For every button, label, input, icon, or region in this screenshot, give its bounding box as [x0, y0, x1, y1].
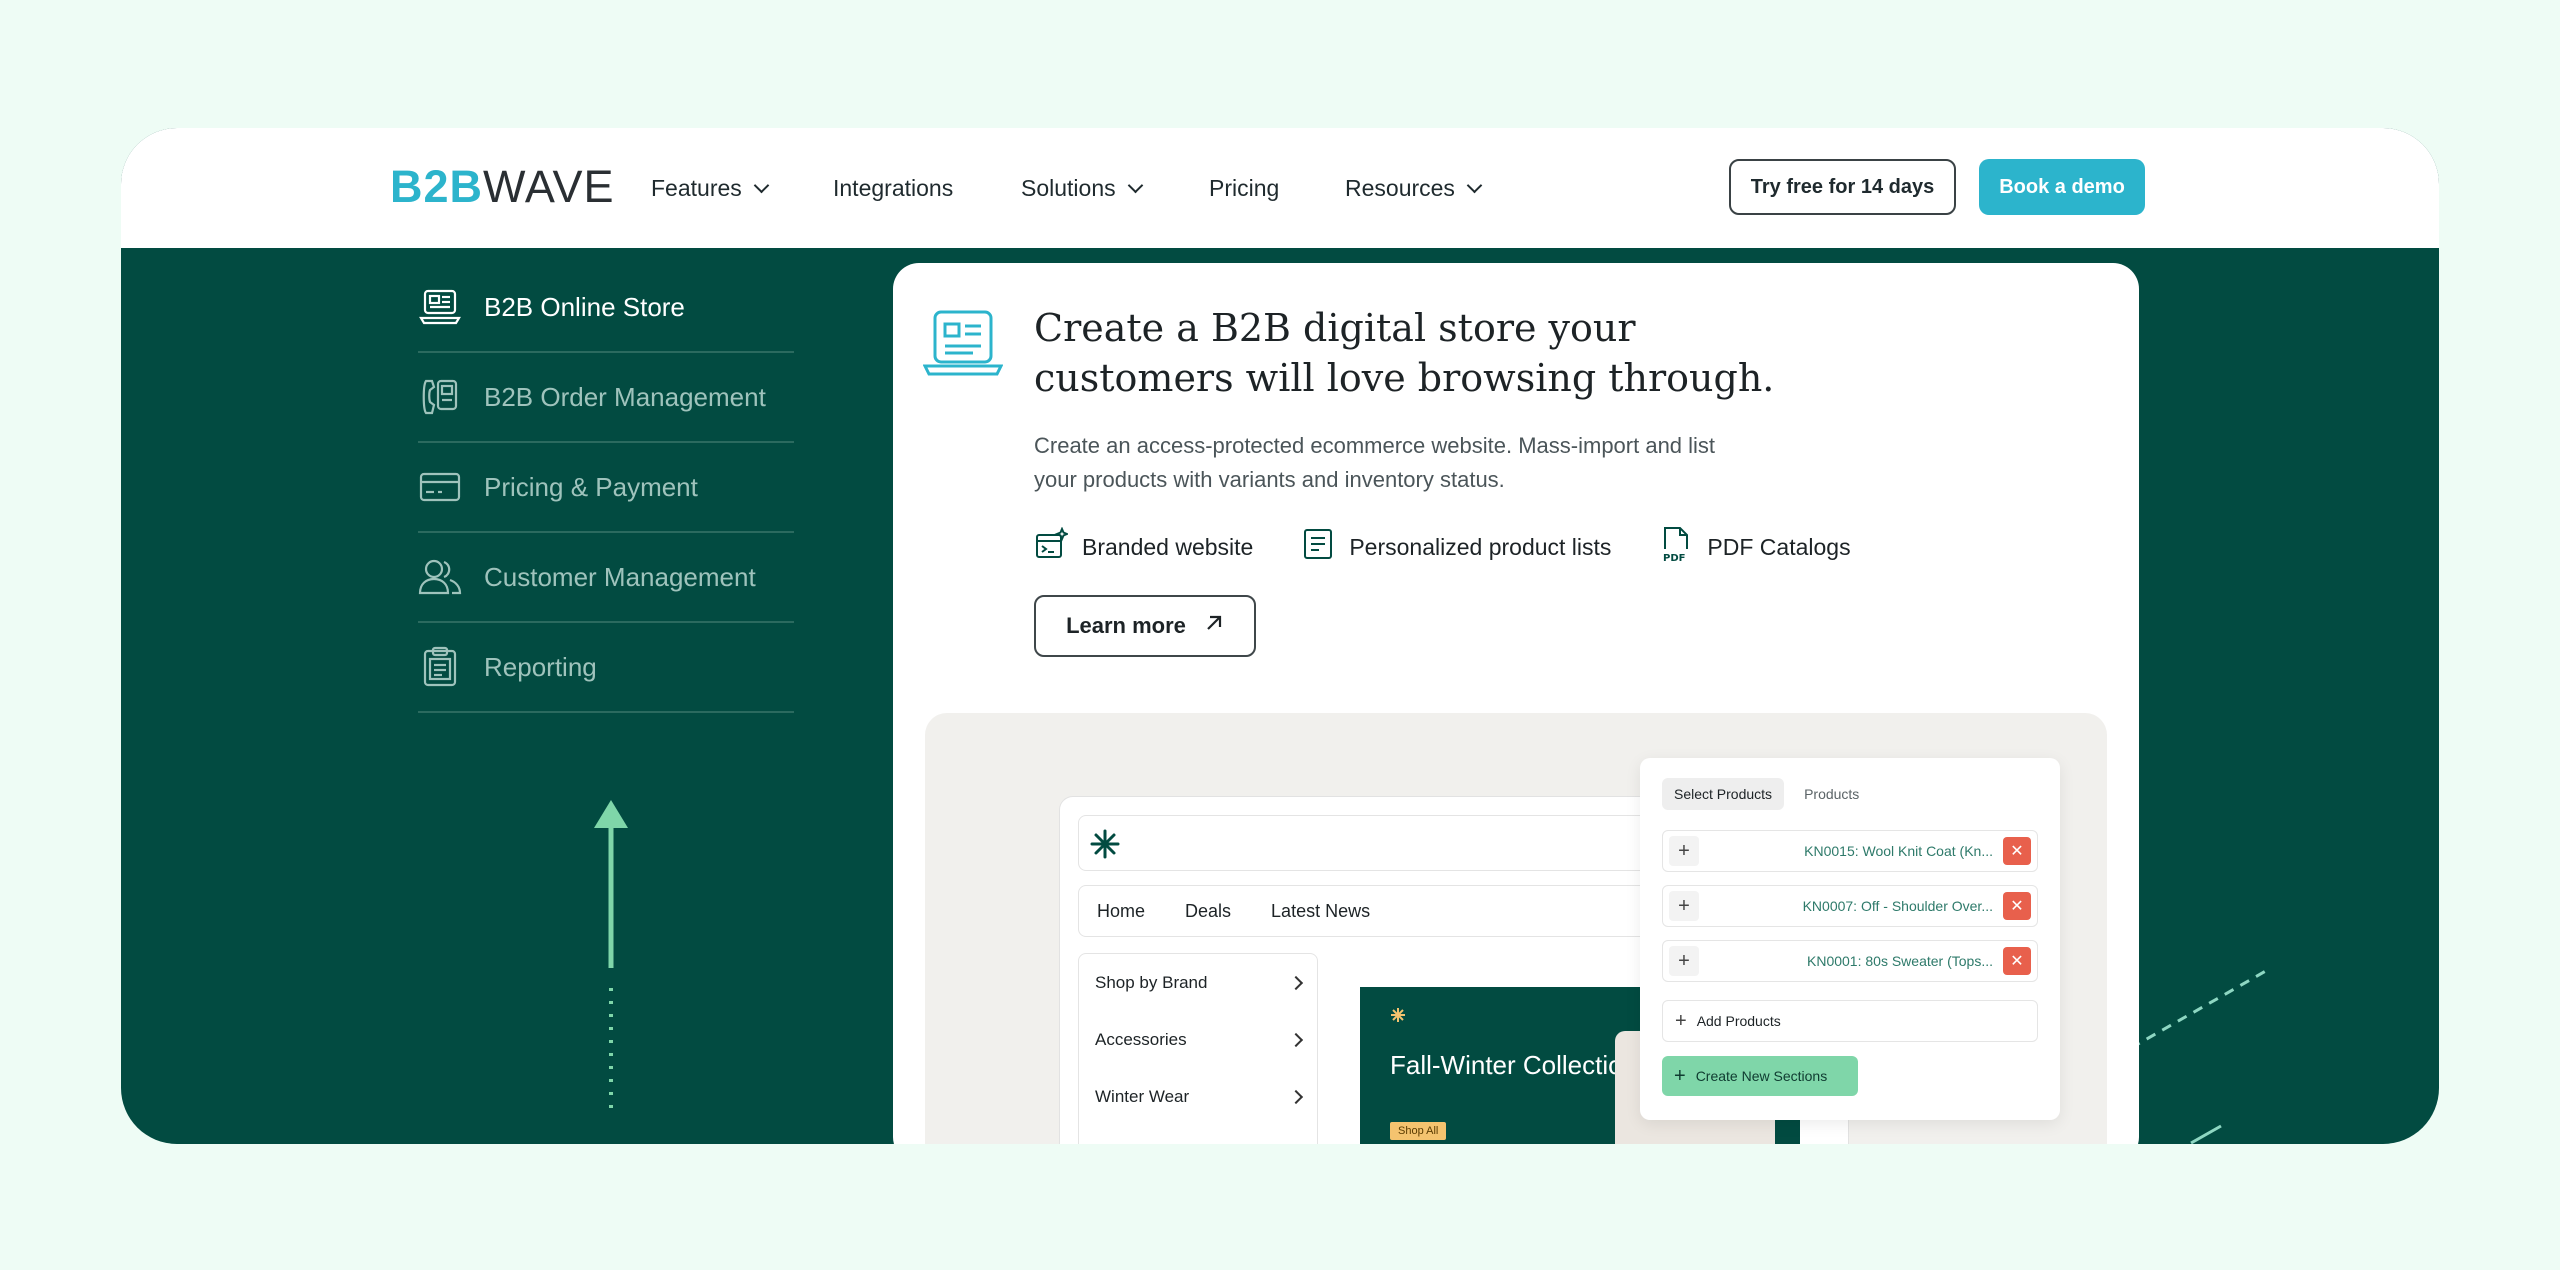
section-description: Create an access-protected ecommerce web…: [1034, 433, 1716, 492]
sidebar-item-online-store[interactable]: B2B Online Store: [418, 263, 794, 353]
arrow-up-decoration: [594, 800, 628, 1108]
plus-icon[interactable]: +: [1669, 946, 1699, 976]
learn-more-button[interactable]: Learn more: [1034, 595, 1256, 657]
product-row-label: KN0001: 80s Sweater (Tops...: [1807, 953, 1993, 969]
sidebar-item-label: B2B Order Management: [484, 381, 766, 412]
feature-list: Branded website Personalized product lis…: [1034, 525, 1851, 569]
menu-item-winter-wear[interactable]: Winter Wear: [1079, 1068, 1317, 1125]
plus-icon[interactable]: +: [1669, 836, 1699, 866]
sidebar-item-pricing-payment[interactable]: Pricing & Payment: [418, 443, 794, 533]
dashed-line-decoration: [2131, 966, 2272, 1144]
store-logo-icon: [1089, 828, 1121, 865]
chevron-right-icon: [1288, 1089, 1304, 1104]
svg-text:PDF: PDF: [1663, 553, 1685, 563]
nav-features[interactable]: Features: [651, 128, 770, 248]
store-nav-home[interactable]: Home: [1097, 901, 1145, 922]
nav-integrations[interactable]: Integrations: [833, 128, 953, 248]
nav-integrations-label: Integrations: [833, 174, 954, 201]
nav-solutions-label: Solutions: [1021, 174, 1116, 201]
users-icon: [418, 555, 462, 599]
product-row: + KN0007: Off - Shoulder Over... ✕: [1662, 885, 2038, 927]
plus-icon: +: [1675, 1009, 1687, 1032]
store-nav-latest-news[interactable]: Latest News: [1271, 901, 1370, 922]
product-row-label: KN0015: Wool Knit Coat (Kn...: [1804, 843, 1993, 859]
panel-tabs: Select Products Products: [1662, 778, 1871, 810]
plus-icon: +: [1674, 1064, 1686, 1087]
logo-b2b-text: B2B: [390, 161, 484, 212]
feature-branded-website: Branded website: [1034, 525, 1253, 569]
hero-frame: B2B WAVE Features Integrations Solutions …: [121, 128, 2439, 1144]
close-icon[interactable]: ✕: [2003, 892, 2031, 920]
nav-resources-label: Resources: [1345, 174, 1455, 201]
sidebar-item-customer-management[interactable]: Customer Management: [418, 533, 794, 623]
sidebar-item-reporting[interactable]: Reporting: [418, 623, 794, 713]
feature-label: PDF Catalogs: [1707, 533, 1851, 560]
learn-more-label: Learn more: [1066, 613, 1186, 638]
credit-card-icon: [418, 465, 462, 509]
product-row: + KN0015: Wool Knit Coat (Kn... ✕: [1662, 830, 2038, 872]
select-products-panel: Select Products Products + KN0015: Wool …: [1640, 758, 2060, 1120]
menu-item-label: Winter Wear: [1095, 1086, 1190, 1106]
nav-pricing[interactable]: Pricing: [1209, 128, 1279, 248]
sidebar-item-label: Customer Management: [484, 561, 756, 592]
create-sections-label: Create New Sections: [1695, 1068, 1828, 1084]
chevron-down-icon: [1127, 177, 1143, 193]
top-navigation-bar: B2B WAVE Features Integrations Solutions …: [121, 128, 2439, 248]
solutions-sidebar: B2B Online Store B2B Order Management Pr…: [418, 263, 794, 713]
try-free-button[interactable]: Try free for 14 days: [1729, 159, 1956, 215]
shop-all-button[interactable]: Shop All: [1390, 1122, 1447, 1140]
close-icon[interactable]: ✕: [2003, 837, 2031, 865]
close-icon[interactable]: ✕: [2003, 947, 2031, 975]
store-nav-deals[interactable]: Deals: [1185, 901, 1231, 922]
product-mockup: Home Deals Latest News Shop by Brand Acc…: [925, 713, 2107, 1144]
menu-item-label: Accessories: [1095, 1029, 1187, 1049]
feature-pdf-catalogs: PDF PDF Catalogs: [1659, 525, 1851, 569]
nav-features-label: Features: [651, 174, 742, 201]
logo-wave-text: WAVE: [483, 161, 615, 212]
add-products-button[interactable]: + Add Products: [1662, 1000, 2038, 1042]
laptop-store-icon: [418, 285, 462, 329]
product-row: + KN0001: 80s Sweater (Tops... ✕: [1662, 940, 2038, 982]
sidebar-item-label: Reporting: [484, 651, 597, 682]
chevron-right-icon: [1288, 975, 1304, 990]
phone-order-icon: [418, 375, 462, 419]
menu-item-label: Shop by Brand: [1095, 972, 1208, 992]
nav-pricing-label: Pricing: [1209, 174, 1280, 201]
nav-resources[interactable]: Resources: [1345, 128, 1483, 248]
sparkle-icon: [1390, 1007, 1406, 1028]
menu-item-accessories[interactable]: Accessories: [1079, 1011, 1317, 1068]
create-new-sections-button[interactable]: + Create New Sections: [1662, 1056, 1858, 1096]
list-document-icon: [1301, 527, 1335, 567]
add-products-label: Add Products: [1696, 1013, 1781, 1029]
b2bwave-logo[interactable]: B2B WAVE: [390, 161, 615, 212]
store-category-menu: Shop by Brand Accessories Winter Wear: [1078, 953, 1318, 1144]
feature-personalized-lists: Personalized product lists: [1301, 525, 1611, 569]
menu-item-shop-by-brand[interactable]: Shop by Brand: [1079, 954, 1317, 1011]
pdf-icon: PDF: [1659, 525, 1693, 569]
feature-label: Personalized product lists: [1349, 533, 1612, 560]
branded-website-icon: [1034, 526, 1070, 567]
sidebar-item-label: Pricing & Payment: [484, 471, 698, 502]
chevron-down-icon: [1466, 177, 1483, 193]
tab-select-products[interactable]: Select Products: [1662, 778, 1785, 810]
nav-solutions[interactable]: Solutions: [1021, 128, 1143, 248]
banner-title: Fall-Winter Collection: [1390, 1050, 1638, 1080]
chevron-right-icon: [1288, 1032, 1304, 1047]
clipboard-icon: [418, 645, 462, 689]
chevron-down-icon: [753, 177, 770, 193]
feature-card: Create a B2B digital store your customer…: [893, 263, 2139, 1144]
section-headline: Create a B2B digital store your customer…: [1034, 306, 1775, 400]
laptop-store-icon: [922, 308, 1004, 385]
sidebar-item-order-management[interactable]: B2B Order Management: [418, 353, 794, 443]
tab-products[interactable]: Products: [1792, 778, 1871, 810]
feature-label: Branded website: [1082, 533, 1254, 560]
book-demo-button[interactable]: Book a demo: [1979, 159, 2145, 215]
product-row-label: KN0007: Off - Shoulder Over...: [1802, 898, 1993, 914]
arrow-up-right-icon: [1204, 613, 1224, 639]
sidebar-item-label: B2B Online Store: [484, 291, 685, 322]
plus-icon[interactable]: +: [1669, 891, 1699, 921]
